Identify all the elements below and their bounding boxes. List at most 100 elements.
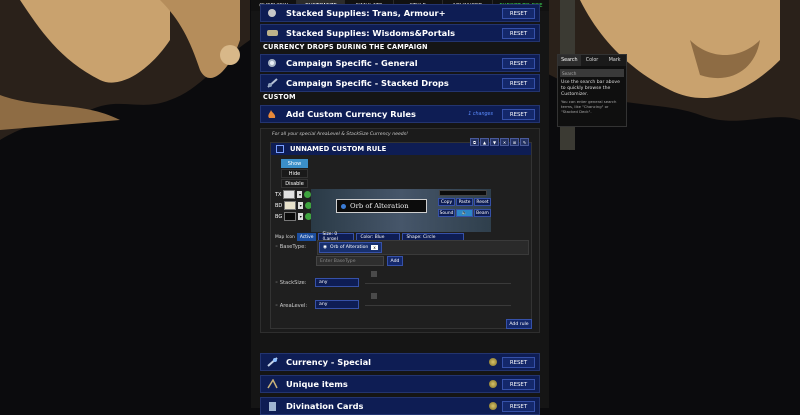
customizer-main-column: Stacked Supplies: Trans, Armour+ RESET S… xyxy=(251,4,549,415)
chevron-down-icon[interactable]: ▾ xyxy=(298,213,304,220)
chevron-down-icon[interactable]: ▾ xyxy=(297,191,303,198)
color-row-label: BG xyxy=(275,213,283,220)
sound-toggle[interactable]: 🔈 xyxy=(456,209,473,217)
color-row-label: TX xyxy=(275,191,282,198)
rule-row-label: Stacked Supplies: Trans, Armour+ xyxy=(286,8,446,18)
orb-icon xyxy=(265,57,279,69)
help-subtext: You can enter general search terms, like… xyxy=(561,99,617,114)
unique-item-icon xyxy=(265,378,279,390)
collapse-toggle[interactable] xyxy=(276,145,284,153)
map-icon-label: Map Icon xyxy=(275,234,295,240)
chevron-down-icon[interactable]: ▾ xyxy=(298,202,304,209)
stacksize-slider[interactable] xyxy=(365,283,511,284)
arealevel-slider[interactable] xyxy=(365,305,511,306)
orb-icon: ◉ xyxy=(323,245,328,250)
beam-button[interactable]: Beam xyxy=(474,209,491,217)
duplicate-icon[interactable]: ⊞ xyxy=(510,138,519,146)
rule-row-divination-cards[interactable]: Divination Cards RESET xyxy=(260,397,540,415)
basetype-chip-text: Orb of Alteration xyxy=(330,245,369,250)
custom-rule-title: UNNAMED CUSTOM RULE xyxy=(290,145,387,153)
border-color-swatch[interactable] xyxy=(284,201,297,210)
reset-button[interactable]: RESET xyxy=(502,58,535,69)
text-color-swatch[interactable] xyxy=(283,190,296,199)
rule-row-label: Currency - Special xyxy=(286,357,372,367)
rule-row-label: Campaign Specific - General xyxy=(286,58,418,68)
rule-row-label: Unique items xyxy=(286,379,348,389)
basetype-chip: ◉ Orb of Alteration x xyxy=(319,242,382,253)
custom-rules-hint: For all your special AreaLevel & StackSi… xyxy=(272,132,408,137)
copy-button[interactable]: Copy xyxy=(438,198,455,206)
custom-rule-editor: UNNAMED CUSTOM RULE ⧉ ▲ ▼ ✕ ⊞ ✎ Show Hid… xyxy=(270,138,532,329)
search-help-widget: Search Color Mark Search Use the search … xyxy=(557,54,627,127)
visibility-disable-button[interactable]: Disable xyxy=(281,179,308,188)
tab-search[interactable]: Search xyxy=(558,55,581,66)
arealevel-label: ◦ AreaLevel: xyxy=(275,303,308,309)
background-color-row: BG ▾ xyxy=(275,212,313,221)
rule-row-currency-special[interactable]: Currency - Special RESET xyxy=(260,353,540,371)
background-color-swatch[interactable] xyxy=(284,212,297,221)
rule-row-label: Campaign Specific - Stacked Drops xyxy=(286,78,449,88)
reset-button[interactable]: RESET xyxy=(502,8,535,19)
visibility-show-button[interactable]: Show xyxy=(281,159,308,168)
stacksize-handle[interactable] xyxy=(371,271,377,277)
help-tabs: Search Color Mark xyxy=(558,55,627,66)
rule-row-label: Stacked Supplies: Wisdoms&Portals xyxy=(286,28,456,38)
color-row-label: BD xyxy=(275,202,283,209)
stacksize-operator-select[interactable]: any xyxy=(315,278,359,287)
fire-icon xyxy=(265,108,279,120)
add-basetype-button[interactable]: Add xyxy=(387,256,403,266)
rule-toolbar: ⧉ ▲ ▼ ✕ ⊞ ✎ xyxy=(470,138,529,146)
move-down-icon[interactable]: ▼ xyxy=(490,138,499,146)
card-icon xyxy=(265,400,279,412)
rule-row-unique-items[interactable]: Unique items RESET xyxy=(260,375,540,393)
sound-button[interactable]: Sound xyxy=(438,209,455,217)
paste-button[interactable]: Paste xyxy=(456,198,473,206)
reset-button[interactable]: RESET xyxy=(502,78,535,89)
reset-button[interactable]: RESET xyxy=(502,379,535,390)
custom-rules-panel: For all your special AreaLevel & StackSi… xyxy=(260,128,540,333)
scroll-icon xyxy=(265,27,279,39)
rule-row-campaign-general[interactable]: Campaign Specific - General RESET xyxy=(260,54,540,72)
edit-icon[interactable]: ✎ xyxy=(520,138,529,146)
basetype-input[interactable]: Enter BaseType xyxy=(316,256,384,266)
rule-row-stacked-supplies-trans[interactable]: Stacked Supplies: Trans, Armour+ RESET xyxy=(260,4,540,22)
map-icon-active-toggle[interactable]: Active xyxy=(296,233,317,241)
search-input[interactable]: Search xyxy=(560,69,624,77)
reset-button[interactable]: RESET xyxy=(502,109,535,120)
visibility-hide-button[interactable]: Hide xyxy=(281,169,308,178)
reset-style-button[interactable]: Reset xyxy=(474,198,491,206)
stacked-orbs-icon xyxy=(265,77,279,89)
rule-row-campaign-stacked[interactable]: Campaign Specific - Stacked Drops RESET xyxy=(260,74,540,92)
item-preview: Orb of Alteration Copy Paste Reset Sound… xyxy=(311,189,491,232)
rule-row-stacked-supplies-wisdoms[interactable]: Stacked Supplies: Wisdoms&Portals RESET xyxy=(260,24,540,42)
rule-row-label: Add Custom Currency Rules xyxy=(286,109,416,119)
remove-chip-button[interactable]: x xyxy=(371,245,378,250)
arealevel-operator-select[interactable]: any xyxy=(315,300,359,309)
rule-row-custom-currency[interactable]: Add Custom Currency Rules 1 changes RESE… xyxy=(260,105,540,123)
move-up-icon[interactable]: ▲ xyxy=(480,138,489,146)
delete-icon[interactable]: ✕ xyxy=(500,138,509,146)
copy-icon[interactable]: ⧉ xyxy=(470,138,479,146)
arealevel-handle[interactable] xyxy=(371,293,377,299)
add-rule-button[interactable]: Add rule xyxy=(506,319,532,329)
reset-button[interactable]: RESET xyxy=(502,401,535,412)
reset-button[interactable]: RESET xyxy=(502,28,535,39)
stacksize-label: ◦ StackSize: xyxy=(275,280,307,286)
basetype-label: ◦ BaseType: xyxy=(275,244,307,250)
currency-stack-icon xyxy=(265,7,279,19)
preview-label: Orb of Alteration xyxy=(336,199,427,213)
custom-rule-header: UNNAMED CUSTOM RULE ⧉ ▲ ▼ ✕ ⊞ ✎ xyxy=(271,138,531,155)
tab-color[interactable]: Color xyxy=(580,55,604,66)
help-text: Use the search bar above to quickly brow… xyxy=(561,80,620,97)
coin-icon xyxy=(489,358,497,366)
section-heading-custom: CUSTOM xyxy=(263,93,296,101)
preview-label-text: Orb of Alteration xyxy=(350,202,409,210)
changes-count: 1 changes xyxy=(468,111,493,117)
reset-button[interactable]: RESET xyxy=(502,357,535,368)
text-color-row: TX ▾ xyxy=(275,190,312,199)
font-size-slider[interactable] xyxy=(439,190,487,196)
coin-icon xyxy=(489,380,497,388)
border-color-row: BD ▾ xyxy=(275,201,313,210)
tab-mark[interactable]: Mark xyxy=(603,55,627,66)
rule-row-label: Divination Cards xyxy=(286,401,364,411)
